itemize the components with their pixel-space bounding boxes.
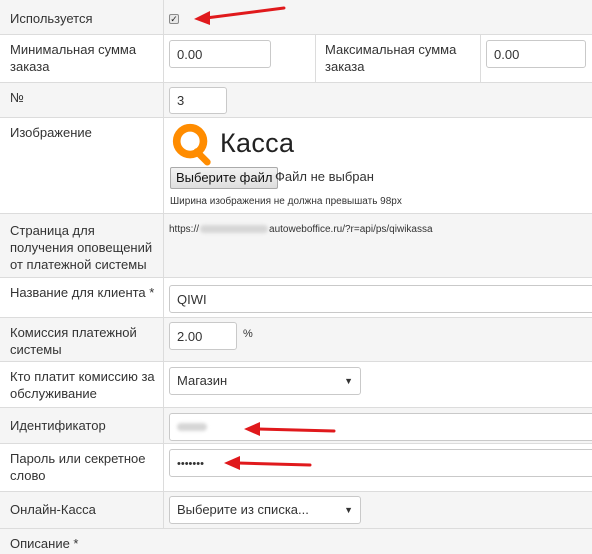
commission-unit: % — [243, 328, 253, 340]
notify-label: Страница для получения оповещений от пла… — [10, 223, 153, 272]
min-sum-input[interactable] — [169, 40, 271, 68]
arrow-icon — [244, 422, 336, 436]
description-label: Описание * — [10, 536, 79, 551]
column-divider — [163, 444, 164, 491]
number-input[interactable] — [169, 87, 227, 114]
online-kassa-select[interactable]: Выберите из списка... ▼ — [169, 496, 361, 524]
number-label: № — [10, 90, 24, 105]
max-sum-input[interactable] — [486, 40, 586, 68]
image-label: Изображение — [10, 125, 92, 140]
qiwi-logo-icon — [172, 123, 211, 166]
used-checkbox[interactable]: ✓ — [169, 14, 179, 24]
row-online-kassa: Онлайн-Касса Выберите из списка... ▼ — [0, 492, 592, 529]
row-description: Описание * — [0, 529, 592, 554]
column-divider — [163, 118, 164, 213]
row-who-pays: Кто платит комиссию за обслуживание Мага… — [0, 362, 592, 408]
row-client-name: Название для клиента * — [0, 278, 592, 318]
choose-file-button[interactable]: Выберите файл — [170, 167, 279, 189]
column-divider — [163, 278, 164, 317]
online-kassa-value: Выберите из списка... — [177, 502, 309, 517]
row-number: № — [0, 83, 592, 118]
commission-input[interactable] — [169, 322, 237, 350]
who-pays-value: Магазин — [177, 373, 228, 388]
column-divider — [163, 492, 164, 528]
column-divider — [163, 214, 164, 277]
column-divider — [163, 318, 164, 361]
commission-label: Комиссия платежной системы — [10, 325, 137, 357]
row-commission: Комиссия платежной системы % — [0, 318, 592, 362]
identifier-input[interactable] — [169, 413, 592, 441]
arrow-icon — [224, 456, 312, 470]
password-label: Пароль или секретное слово — [10, 451, 146, 483]
min-sum-label: Минимальная сумма заказа — [10, 42, 137, 74]
notify-url: https:// autoweboffice.ru/?r=api/ps/qiwik… — [169, 224, 433, 235]
logo-text: Касса — [220, 128, 295, 158]
max-sum-label: Максимальная сумма заказа — [325, 42, 457, 74]
identifier-label: Идентификатор — [10, 418, 106, 433]
row-used: Используется ✓ — [0, 0, 592, 35]
who-pays-label: Кто платит комиссию за обслуживание — [10, 369, 155, 401]
arrow-icon — [194, 6, 286, 25]
column-divider — [163, 408, 164, 443]
blurred-text — [177, 423, 207, 431]
online-kassa-label: Онлайн-Касса — [10, 502, 96, 517]
column-divider — [163, 0, 164, 34]
row-notify: Страница для получения оповещений от пла… — [0, 214, 592, 278]
client-name-input[interactable] — [169, 285, 592, 313]
notify-url-prefix: https:// — [169, 224, 200, 235]
used-label: Используется — [10, 11, 93, 26]
row-order-sum: Минимальная сумма заказа Максимальная су… — [0, 35, 592, 83]
column-divider — [315, 35, 316, 82]
client-name-label: Название для клиента * — [10, 285, 155, 300]
column-divider — [163, 83, 164, 117]
blurred-text — [200, 225, 269, 234]
image-hint: Ширина изображения не должна превышать 9… — [170, 196, 402, 207]
chevron-down-icon: ▼ — [344, 376, 353, 386]
column-divider — [163, 35, 164, 82]
row-identifier: Идентификатор — [0, 408, 592, 444]
column-divider — [480, 35, 481, 82]
row-password: Пароль или секретное слово ••••••• — [0, 444, 592, 492]
password-value: ••••••• — [177, 458, 204, 470]
who-pays-select[interactable]: Магазин ▼ — [169, 367, 361, 395]
notify-url-suffix: autoweboffice.ru/?r=api/ps/qiwikassa — [269, 224, 433, 235]
chevron-down-icon: ▼ — [344, 505, 353, 515]
file-status: Файл не выбран — [275, 169, 374, 184]
column-divider — [163, 362, 164, 407]
